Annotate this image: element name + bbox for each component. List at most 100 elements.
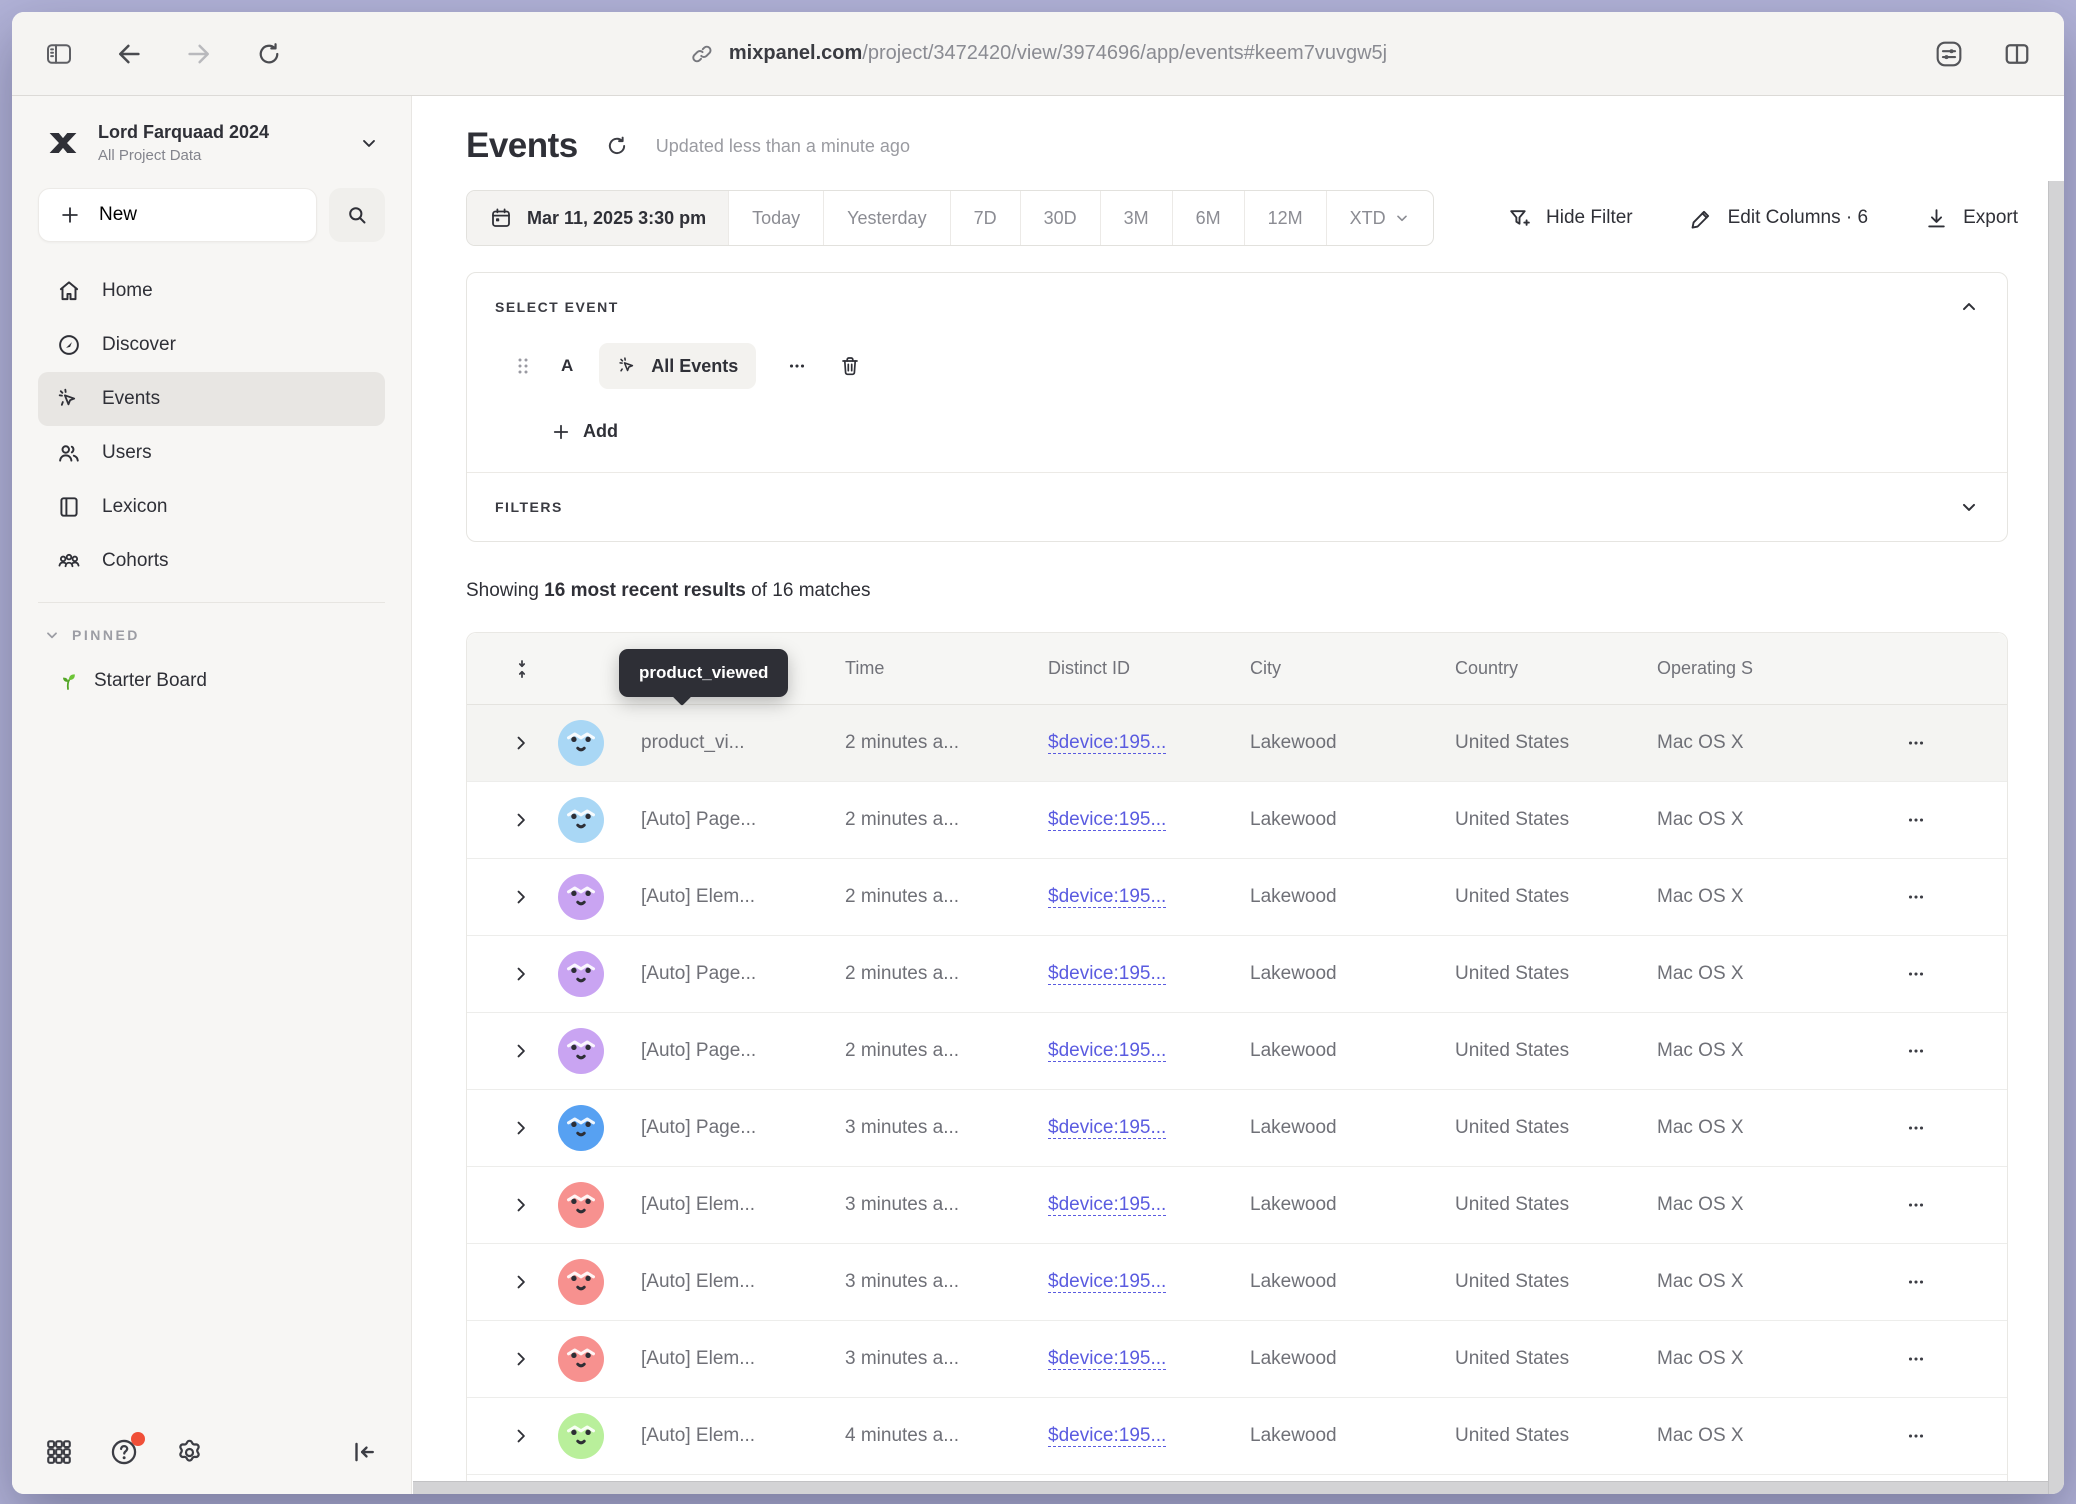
sidebar-item-home[interactable]: Home bbox=[38, 264, 385, 318]
new-button-label: New bbox=[99, 204, 137, 226]
pinned-section-toggle[interactable]: PINNED bbox=[38, 627, 385, 643]
row-expand-button[interactable] bbox=[467, 1272, 545, 1292]
table-row[interactable]: product_vi... 2 minutes a... $device:195… bbox=[467, 705, 2007, 782]
table-row[interactable]: [Auto] Elem... 3 minutes a... $device:19… bbox=[467, 1244, 2007, 1321]
preset-yesterday[interactable]: Yesterday bbox=[823, 191, 949, 245]
drag-handle[interactable] bbox=[515, 355, 531, 377]
distinct-id-link[interactable]: $device:195... bbox=[1048, 732, 1166, 753]
browser-back-icon[interactable] bbox=[112, 37, 146, 71]
column-header-country[interactable]: Country bbox=[1455, 658, 1657, 679]
sidebar-item-discover[interactable]: Discover bbox=[38, 318, 385, 372]
browser-refresh-icon[interactable] bbox=[252, 37, 286, 71]
table-row[interactable]: [Auto] Page... 3 minutes a... $device:19… bbox=[467, 1090, 2007, 1167]
collapse-sidebar-icon[interactable] bbox=[349, 1437, 379, 1467]
add-event-button[interactable]: Add bbox=[551, 421, 1979, 442]
preset-7d[interactable]: 7D bbox=[950, 191, 1020, 245]
row-actions-button[interactable] bbox=[1897, 955, 1935, 993]
event-time-cell: 2 minutes a... bbox=[845, 886, 1048, 908]
refresh-icon[interactable] bbox=[604, 133, 630, 159]
table-row[interactable]: [Auto] Page... 2 minutes a... $device:19… bbox=[467, 782, 2007, 859]
row-expand-button[interactable] bbox=[467, 1426, 545, 1446]
row-expand-button[interactable] bbox=[467, 887, 545, 907]
row-expand-button[interactable] bbox=[467, 964, 545, 984]
row-actions-button[interactable] bbox=[1897, 1417, 1935, 1455]
row-actions-button[interactable] bbox=[1897, 1263, 1935, 1301]
sidebar-item-cohorts[interactable]: Cohorts bbox=[38, 534, 385, 588]
preset-xtd[interactable]: XTD bbox=[1326, 191, 1433, 245]
table-row[interactable]: [Auto] Elem... 4 minutes a... $device:19… bbox=[467, 1398, 2007, 1475]
export-button[interactable]: Export bbox=[1924, 206, 2018, 231]
preset-today[interactable]: Today bbox=[728, 191, 823, 245]
row-expand-button[interactable] bbox=[467, 810, 545, 830]
sidebar-item-starter-board[interactable]: Starter Board bbox=[38, 669, 385, 693]
table-row[interactable]: [Auto] Elem... 2 minutes a... $device:19… bbox=[467, 859, 2007, 936]
browser-sidebar-toggle-icon[interactable] bbox=[42, 37, 76, 71]
preset-3m[interactable]: 3M bbox=[1100, 191, 1172, 245]
collapse-all-rows-icon[interactable] bbox=[467, 658, 545, 680]
table-row[interactable]: [Auto] Page... 2 minutes a... $device:19… bbox=[467, 936, 2007, 1013]
row-actions-button[interactable] bbox=[1897, 1340, 1935, 1378]
horizontal-scrollbar[interactable] bbox=[413, 1481, 2048, 1494]
row-expand-button[interactable] bbox=[467, 1195, 545, 1215]
table-row[interactable]: [Auto] Page... 2 minutes a... $device:19… bbox=[467, 1013, 2007, 1090]
sidebar-item-users[interactable]: Users bbox=[38, 426, 385, 480]
split-view-icon[interactable] bbox=[2000, 37, 2034, 71]
distinct-id-link[interactable]: $device:195... bbox=[1048, 1194, 1166, 1215]
filters-header[interactable]: FILTERS bbox=[495, 497, 1979, 517]
column-header-os[interactable]: Operating S bbox=[1657, 658, 1875, 679]
address-bar[interactable]: mixpanel.com/project/3472420/view/397469… bbox=[689, 41, 1387, 67]
preset-12m[interactable]: 12M bbox=[1244, 191, 1326, 245]
distinct-id-link[interactable]: $device:195... bbox=[1048, 1425, 1166, 1446]
row-actions-button[interactable] bbox=[1897, 801, 1935, 839]
city-cell: Lakewood bbox=[1250, 1117, 1455, 1139]
search-button[interactable] bbox=[329, 188, 385, 242]
column-header-time[interactable]: Time bbox=[845, 658, 1048, 679]
preset-30d[interactable]: 30D bbox=[1020, 191, 1100, 245]
vertical-scrollbar[interactable] bbox=[2048, 181, 2064, 1494]
sidebar-item-events[interactable]: Events bbox=[38, 372, 385, 426]
delete-event-button[interactable] bbox=[838, 354, 862, 378]
table-row[interactable]: [Auto] Elem... 3 minutes a... $device:19… bbox=[467, 1167, 2007, 1244]
select-event-header[interactable]: SELECT EVENT bbox=[495, 297, 1979, 317]
help-icon[interactable] bbox=[108, 1436, 140, 1468]
apps-grid-icon[interactable] bbox=[44, 1437, 74, 1467]
distinct-id-link[interactable]: $device:195... bbox=[1048, 1117, 1166, 1138]
row-actions-button[interactable] bbox=[1897, 1186, 1935, 1224]
chevron-right-icon bbox=[511, 733, 531, 753]
event-selector-chip[interactable]: All Events bbox=[599, 343, 756, 389]
new-button[interactable]: New bbox=[38, 188, 317, 242]
sidebar-item-lexicon[interactable]: Lexicon bbox=[38, 480, 385, 534]
country-cell: United States bbox=[1455, 886, 1657, 908]
events-table: product_viewed Time Distinct ID City Cou… bbox=[466, 632, 2008, 1494]
distinct-id-link[interactable]: $device:195... bbox=[1048, 963, 1166, 984]
row-expand-button[interactable] bbox=[467, 1041, 545, 1061]
preset-6m[interactable]: 6M bbox=[1172, 191, 1244, 245]
edit-columns-button[interactable]: Edit Columns · 6 bbox=[1689, 206, 1868, 231]
search-icon bbox=[345, 203, 369, 227]
hide-filter-button[interactable]: Hide Filter bbox=[1507, 206, 1633, 231]
date-picker-button[interactable]: Mar 11, 2025 3:30 pm bbox=[467, 191, 728, 245]
event-more-button[interactable] bbox=[776, 355, 818, 377]
settings-gear-icon[interactable] bbox=[174, 1437, 205, 1468]
event-time-cell: 2 minutes a... bbox=[845, 1040, 1048, 1062]
browser-forward-icon[interactable] bbox=[182, 37, 216, 71]
distinct-id-link[interactable]: $device:195... bbox=[1048, 809, 1166, 830]
distinct-id-link[interactable]: $device:195... bbox=[1048, 1271, 1166, 1292]
column-header-distinct-id[interactable]: Distinct ID bbox=[1048, 658, 1250, 679]
table-row[interactable]: [Auto] Elem... 3 minutes a... $device:19… bbox=[467, 1321, 2007, 1398]
city-cell: Lakewood bbox=[1250, 1348, 1455, 1370]
row-expand-button[interactable] bbox=[467, 1349, 545, 1369]
distinct-id-link[interactable]: $device:195... bbox=[1048, 1348, 1166, 1369]
page-settings-icon[interactable] bbox=[1932, 37, 1966, 71]
row-actions-button[interactable] bbox=[1897, 1109, 1935, 1147]
workspace-switcher[interactable]: Lord Farquaad 2024 All Project Data bbox=[38, 116, 385, 170]
column-header-city[interactable]: City bbox=[1250, 658, 1455, 679]
distinct-id-link[interactable]: $device:195... bbox=[1048, 1040, 1166, 1061]
row-expand-button[interactable] bbox=[467, 1118, 545, 1138]
row-expand-button[interactable] bbox=[467, 733, 545, 753]
row-actions-button[interactable] bbox=[1897, 724, 1935, 762]
row-actions-button[interactable] bbox=[1897, 1032, 1935, 1070]
avatar-cell bbox=[545, 1413, 641, 1459]
row-actions-button[interactable] bbox=[1897, 878, 1935, 916]
distinct-id-link[interactable]: $device:195... bbox=[1048, 886, 1166, 907]
